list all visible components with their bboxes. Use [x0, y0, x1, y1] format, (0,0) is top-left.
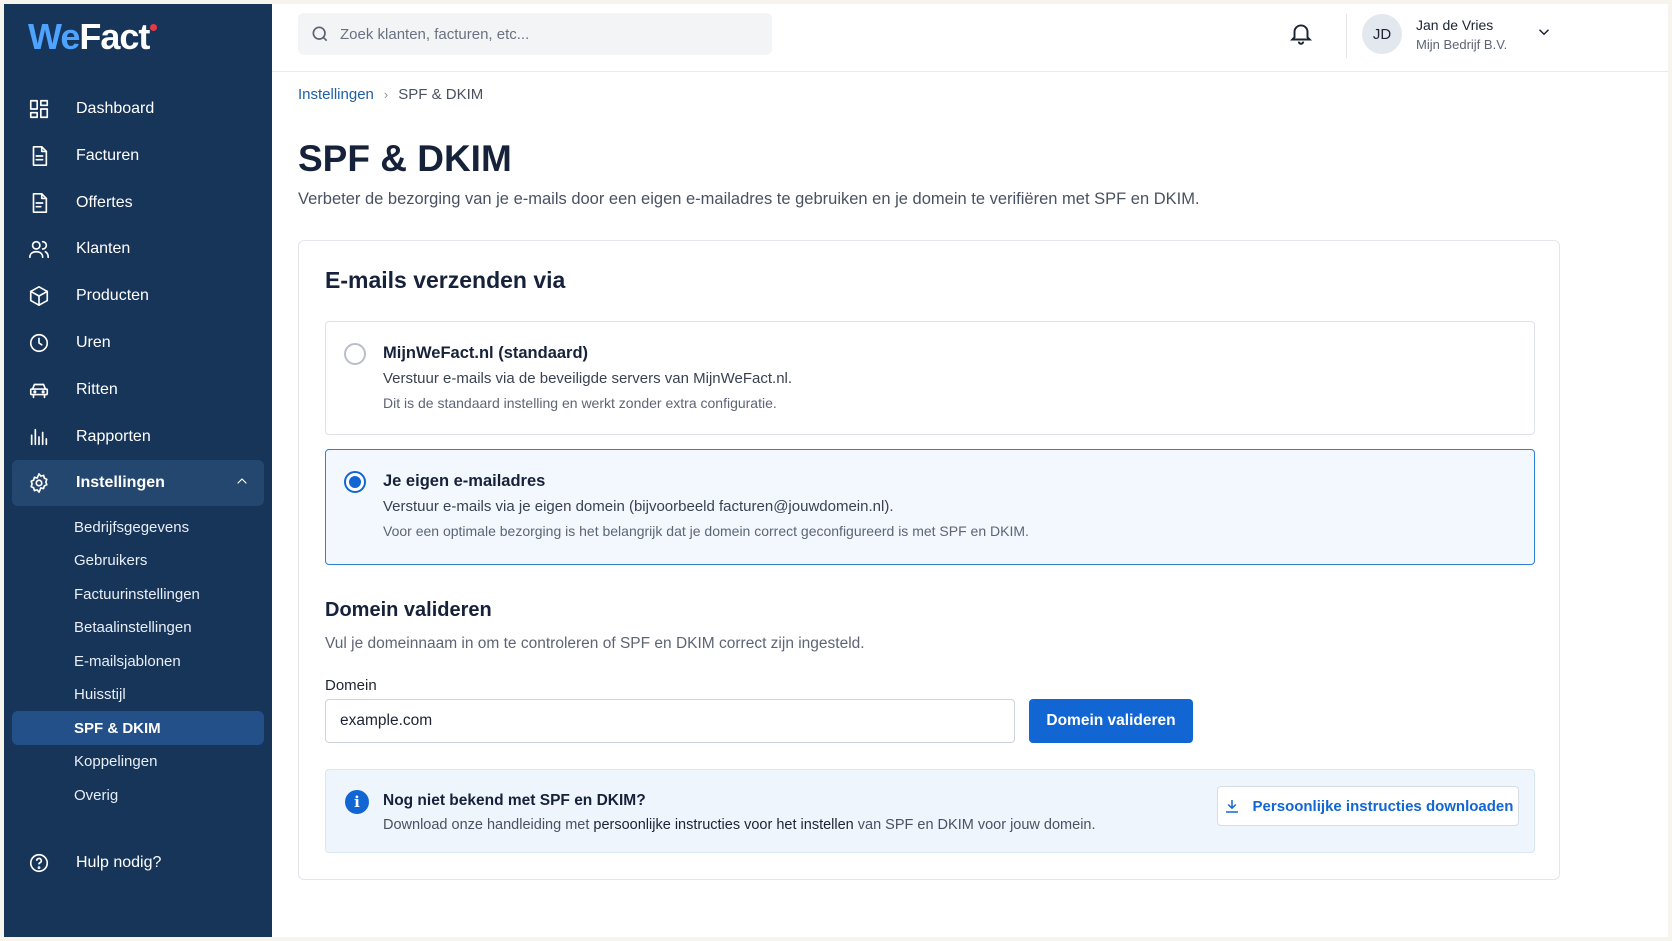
search-icon	[312, 26, 328, 42]
sidebar-item-instellingen[interactable]: Instellingen	[12, 460, 264, 507]
option-title: Je eigen e-mailadres	[383, 472, 546, 490]
option-eigen-emailadres[interactable]: Je eigen e-mailadres Verstuur e-mails vi…	[325, 449, 1535, 565]
radio-mijnwefact[interactable]	[344, 343, 366, 365]
sidebar-item-label: Dashboard	[76, 100, 155, 117]
box-icon	[28, 285, 50, 307]
sidebar-item-label: Uren	[76, 333, 111, 351]
sidebar-item-rapporten[interactable]: Rapporten	[4, 414, 272, 460]
submenu-item-factuurinstellingen[interactable]: Factuurinstellingen	[4, 577, 272, 611]
sidebar-item-ritten[interactable]: Ritten	[4, 367, 272, 413]
sidebar-item-klanten[interactable]: Klanten	[4, 226, 272, 272]
bell-icon	[1289, 24, 1313, 45]
info-icon: i	[345, 790, 369, 814]
topbar: JD Jan de Vries Mijn Bedrijf B.V.	[272, 4, 1668, 72]
logo-dot	[150, 24, 158, 31]
radio-eigen-emailadres[interactable]	[344, 471, 366, 493]
sidebar-item-label: Ritten	[76, 380, 118, 398]
download-icon	[1225, 800, 1238, 813]
sidebar-item-label: Facturen	[76, 146, 140, 164]
card-title: E-mails verzenden via	[325, 267, 566, 293]
option-note: Voor een optimale bezorging is het belan…	[383, 523, 1029, 539]
logo-fact: Fact	[79, 16, 150, 57]
quote-icon	[28, 192, 50, 214]
download-button-label: Persoonlijke instructies downloaden	[1252, 797, 1514, 815]
notifications-button[interactable]	[1288, 20, 1316, 48]
submenu-item-emailsjablonen[interactable]: E-mailsjablonen	[4, 644, 272, 678]
info-text-emphasis: persoonlijke instructies voor het instel…	[593, 817, 854, 833]
info-title: Nog niet bekend met SPF en DKIM?	[383, 792, 646, 809]
option-note: Dit is de standaard instelling en werkt …	[383, 395, 777, 411]
page-description: Verbeter de bezorging van je e-mails doo…	[298, 190, 1200, 208]
sidebar-item-label: Offertes	[76, 193, 133, 211]
option-title: MijnWeFact.nl (standaard)	[383, 344, 589, 362]
sidebar-item-label: Instellingen	[76, 474, 165, 492]
avatar: JD	[1362, 14, 1402, 54]
submenu-item-huisstijl[interactable]: Huisstijl	[4, 678, 272, 712]
sidebar-item-label: Klanten	[76, 240, 131, 258]
sidebar-item-uren[interactable]: Uren	[4, 320, 272, 366]
sidebar: We Fact Dashboard Facturen Offertes Klant…	[4, 4, 272, 937]
help-link[interactable]: Hulp nodig?	[28, 852, 161, 874]
dashboard-icon	[28, 98, 50, 120]
user-name: Jan de Vries	[1416, 16, 1494, 33]
validate-domain-button[interactable]: Domein valideren	[1029, 699, 1193, 743]
wefact-logo[interactable]: We Fact	[28, 16, 158, 58]
user-info: Jan de Vries Mijn Bedrijf B.V.	[1416, 17, 1507, 52]
submenu-item-koppelingen[interactable]: Koppelingen	[4, 745, 272, 779]
breadcrumb-separator-icon: ›	[383, 87, 389, 102]
submenu-item-spf-dkim[interactable]: SPF & DKIM	[12, 711, 264, 745]
help-icon	[29, 853, 49, 873]
sidebar-item-label: Rapporten	[76, 427, 151, 445]
help-label: Hulp nodig?	[76, 854, 162, 871]
info-text: Download onze handleiding met persoonlij…	[383, 817, 1096, 833]
option-mijnwefact[interactable]: MijnWeFact.nl (standaard) Verstuur e-mai…	[325, 321, 1535, 435]
submenu-item-gebruikers[interactable]: Gebruikers	[4, 544, 272, 578]
sidebar-item-facturen[interactable]: Facturen	[4, 133, 272, 179]
domain-validate-title: Domein valideren	[325, 599, 492, 621]
breadcrumb-instellingen[interactable]: Instellingen	[298, 86, 374, 103]
breadcrumb: Instellingen › SPF & DKIM	[298, 86, 483, 103]
submenu-item-betaalinstellingen[interactable]: Betaalinstellingen	[4, 611, 272, 645]
settings-submenu: Bedrijfsgegevens Gebruikers Factuurinste…	[4, 506, 272, 812]
chevron-down-icon	[1535, 23, 1553, 46]
topbar-divider	[1346, 14, 1347, 58]
main-nav: Dashboard Facturen Offertes Klanten Prod…	[4, 86, 272, 812]
sidebar-item-label: Producten	[76, 287, 149, 305]
users-icon	[28, 238, 50, 260]
info-text-part: van SPF en DKIM voor jouw domein.	[853, 817, 1096, 833]
user-company: Mijn Bedrijf B.V.	[1416, 36, 1508, 52]
sidebar-item-dashboard[interactable]: Dashboard	[4, 86, 272, 132]
car-icon	[28, 379, 50, 401]
chart-icon	[28, 426, 50, 448]
domain-field[interactable]	[325, 699, 1015, 743]
logo-we: We	[28, 16, 80, 57]
option-description: Verstuur e-mails via je eigen domein (bi…	[383, 498, 894, 515]
invoice-icon	[28, 145, 50, 167]
email-settings-card: E-mails verzenden via MijnWeFact.nl (sta…	[298, 240, 1560, 880]
page-title: SPF & DKIM	[298, 138, 512, 179]
domain-field-label: Domein	[325, 677, 377, 694]
search-input[interactable]	[340, 25, 740, 43]
sidebar-item-offertes[interactable]: Offertes	[4, 180, 272, 226]
download-instructions-button[interactable]: Persoonlijke instructies downloaden	[1217, 786, 1519, 826]
search-box[interactable]	[298, 13, 772, 55]
info-text-part: Download onze handleiding met	[383, 817, 594, 833]
chevron-up-icon[interactable]	[234, 473, 250, 494]
gear-icon	[28, 472, 50, 494]
submenu-item-overig[interactable]: Overig	[4, 778, 272, 812]
user-menu[interactable]: JD Jan de Vries Mijn Bedrijf B.V.	[1362, 14, 1553, 54]
sidebar-item-producten[interactable]: Producten	[4, 273, 272, 319]
domain-validate-description: Vul je domeinnaam in om te controleren o…	[325, 635, 865, 652]
app-window: We Fact Dashboard Facturen Offertes Klant…	[4, 4, 1668, 937]
main-content: JD Jan de Vries Mijn Bedrijf B.V. Instel…	[272, 4, 1668, 937]
submenu-item-bedrijfsgegevens[interactable]: Bedrijfsgegevens	[4, 510, 272, 544]
option-description: Verstuur e-mails via de beveiligde serve…	[383, 370, 793, 387]
breadcrumb-current: SPF & DKIM	[398, 86, 484, 103]
info-box: i Nog niet bekend met SPF en DKIM? Downl…	[325, 769, 1535, 853]
clock-icon	[28, 332, 50, 354]
